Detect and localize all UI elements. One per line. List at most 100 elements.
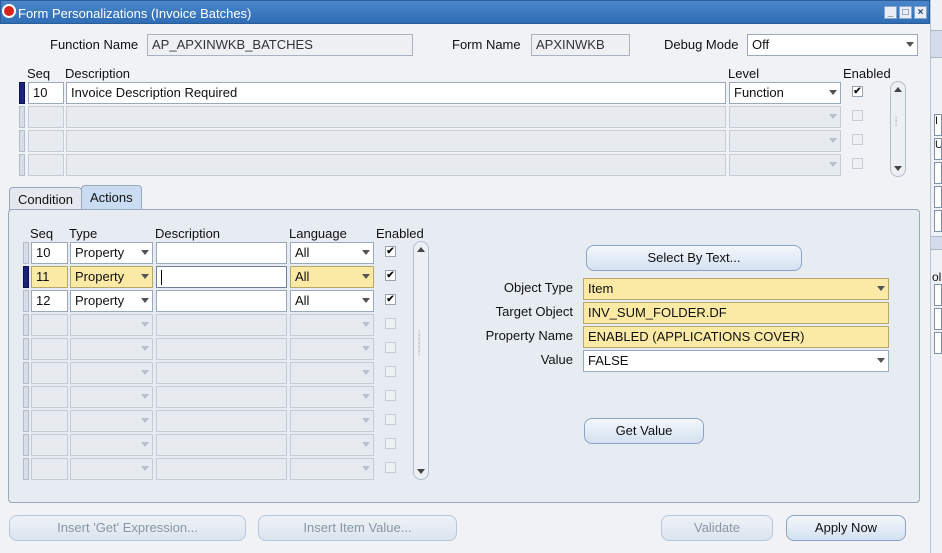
value-field[interactable]: FALSE	[583, 350, 889, 372]
action-type-select[interactable]	[70, 458, 153, 480]
action-language-select[interactable]	[290, 386, 374, 408]
action-language-select[interactable]	[290, 338, 374, 360]
record-indicator[interactable]	[23, 386, 29, 408]
action-description-field[interactable]	[156, 458, 287, 480]
rule-level-select[interactable]: Function	[729, 82, 841, 104]
rule-description-field[interactable]: Invoice Description Required	[66, 82, 726, 104]
scroll-grip-icon[interactable]: ⁞ ⁞ ⁞ ⁞ ⁞ ⁞	[418, 330, 424, 358]
close-icon[interactable]: ×	[914, 6, 927, 19]
record-indicator[interactable]	[23, 458, 29, 480]
debug-mode-select[interactable]: Off	[747, 34, 918, 56]
rule-description-field[interactable]	[66, 154, 726, 176]
rule-seq-field[interactable]	[28, 154, 64, 176]
action-enabled-checkbox[interactable]	[385, 342, 396, 353]
record-indicator[interactable]	[19, 130, 25, 152]
action-seq-field[interactable]	[31, 434, 68, 456]
record-indicator[interactable]	[23, 338, 29, 360]
action-description-field[interactable]	[156, 314, 287, 336]
action-enabled-checkbox[interactable]	[385, 462, 396, 473]
action-description-field[interactable]	[156, 410, 287, 432]
action-enabled-checkbox[interactable]: ✔	[385, 270, 396, 281]
action-language-select[interactable]	[290, 314, 374, 336]
record-indicator[interactable]	[23, 434, 29, 456]
action-enabled-checkbox[interactable]: ✔	[385, 246, 396, 257]
action-language-select[interactable]	[290, 434, 374, 456]
action-type-select[interactable]	[70, 386, 153, 408]
insert-item-value-button[interactable]: Insert Item Value...	[258, 515, 457, 541]
validate-button[interactable]: Validate	[661, 515, 773, 541]
action-seq-field[interactable]	[31, 314, 68, 336]
action-seq-field[interactable]	[31, 362, 68, 384]
action-type-select[interactable]	[70, 410, 153, 432]
scroll-up-icon[interactable]	[417, 247, 425, 252]
rules-scrollbar[interactable]: ⁞ ⁞	[890, 81, 906, 177]
current-record-indicator[interactable]	[23, 266, 29, 288]
rule-enabled-checkbox[interactable]	[852, 134, 863, 145]
record-indicator[interactable]	[23, 290, 29, 312]
record-indicator[interactable]	[23, 314, 29, 336]
current-record-indicator[interactable]	[19, 82, 25, 104]
rule-seq-field[interactable]	[28, 106, 64, 128]
rule-level-select[interactable]	[729, 154, 841, 176]
rule-level-select[interactable]	[729, 130, 841, 152]
apply-now-button[interactable]: Apply Now	[786, 515, 906, 541]
action-language-select[interactable]: All	[290, 290, 374, 312]
scroll-down-icon[interactable]	[417, 469, 425, 474]
property-name-field[interactable]: ENABLED (APPLICATIONS COVER)	[583, 326, 889, 348]
scroll-grip-icon[interactable]: ⁞ ⁞	[895, 116, 901, 128]
action-enabled-checkbox[interactable]	[385, 318, 396, 329]
record-indicator[interactable]	[19, 106, 25, 128]
action-type-select[interactable]	[70, 314, 153, 336]
action-seq-field[interactable]	[31, 338, 68, 360]
actions-scrollbar[interactable]: ⁞ ⁞ ⁞ ⁞ ⁞ ⁞	[413, 241, 429, 480]
action-seq-field[interactable]	[31, 386, 68, 408]
target-object-field[interactable]: INV_SUM_FOLDER.DF	[583, 302, 889, 324]
action-description-field[interactable]	[156, 362, 287, 384]
action-enabled-checkbox[interactable]	[385, 438, 396, 449]
action-type-select[interactable]: Property	[70, 290, 153, 312]
action-type-select[interactable]: Property	[70, 266, 153, 288]
tab-actions[interactable]: Actions	[81, 185, 142, 211]
action-description-field[interactable]	[156, 386, 287, 408]
action-seq-field[interactable]: 11	[31, 266, 68, 288]
rule-description-field[interactable]	[66, 106, 726, 128]
action-type-select[interactable]: Property	[70, 242, 153, 264]
rule-enabled-checkbox[interactable]: ✔	[852, 86, 863, 97]
action-language-select[interactable]: All	[290, 266, 374, 288]
rule-seq-field[interactable]	[28, 130, 64, 152]
action-language-select[interactable]: All	[290, 242, 374, 264]
action-seq-field[interactable]	[31, 458, 68, 480]
action-description-field[interactable]	[156, 290, 287, 312]
action-type-select[interactable]	[70, 338, 153, 360]
action-type-select[interactable]	[70, 362, 153, 384]
action-language-select[interactable]	[290, 362, 374, 384]
record-indicator[interactable]	[23, 410, 29, 432]
action-enabled-checkbox[interactable]	[385, 390, 396, 401]
maximize-icon[interactable]: □	[899, 6, 912, 19]
action-description-field[interactable]	[156, 338, 287, 360]
rule-enabled-checkbox[interactable]	[852, 158, 863, 169]
action-enabled-checkbox[interactable]	[385, 366, 396, 377]
rule-level-select[interactable]	[729, 106, 841, 128]
action-description-field[interactable]	[156, 242, 287, 264]
rule-seq-field[interactable]: 10	[28, 82, 64, 104]
function-name-field[interactable]: AP_APXINWKB_BATCHES	[147, 34, 413, 56]
action-seq-field[interactable]: 10	[31, 242, 68, 264]
action-enabled-checkbox[interactable]	[385, 414, 396, 425]
record-indicator[interactable]	[23, 242, 29, 264]
tab-condition[interactable]: Condition	[9, 187, 82, 211]
action-language-select[interactable]	[290, 410, 374, 432]
scroll-down-icon[interactable]	[894, 166, 902, 171]
select-by-text-button[interactable]: Select By Text...	[586, 245, 802, 271]
record-indicator[interactable]	[19, 154, 25, 176]
rule-description-field[interactable]	[66, 130, 726, 152]
rule-enabled-checkbox[interactable]	[852, 110, 863, 121]
get-value-button[interactable]: Get Value	[584, 418, 704, 444]
action-type-select[interactable]	[70, 434, 153, 456]
action-seq-field[interactable]	[31, 410, 68, 432]
action-seq-field[interactable]: 12	[31, 290, 68, 312]
minimize-icon[interactable]: _	[884, 6, 897, 19]
action-description-field[interactable]	[156, 434, 287, 456]
record-indicator[interactable]	[23, 362, 29, 384]
form-name-field[interactable]: APXINWKB	[531, 34, 630, 56]
